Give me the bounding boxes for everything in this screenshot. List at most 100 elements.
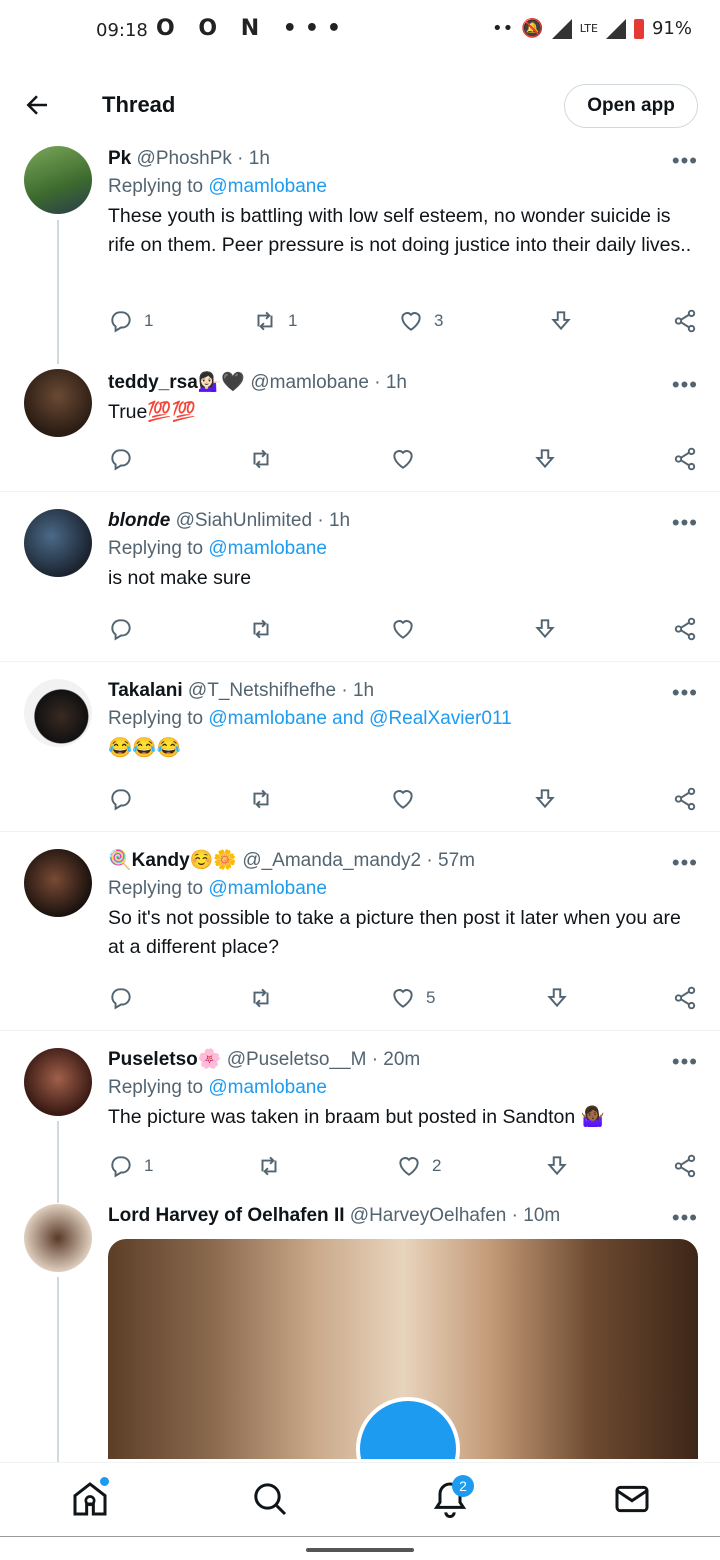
heart-icon: [401, 312, 421, 331]
tweet[interactable]: blonde @SiahUnlimited · 1h Replying to @…: [0, 492, 720, 662]
network-type: LTE: [579, 22, 598, 35]
messages-envelope-icon[interactable]: [612, 1479, 652, 1519]
more-options-icon[interactable]: •••: [672, 1049, 698, 1075]
mention-link[interactable]: @mamlobane: [208, 1077, 327, 1098]
reply-button[interactable]: [108, 446, 134, 472]
signal-icon: [551, 18, 572, 39]
more-options-icon[interactable]: •••: [672, 850, 698, 876]
reply-icon: [111, 619, 131, 641]
avatar[interactable]: [24, 369, 92, 437]
tweet[interactable]: Puseletso🌸 @Puseletso__M · 20m Replying …: [0, 1031, 720, 1203]
share-icon: [674, 1154, 696, 1178]
display-name[interactable]: Takalani: [108, 680, 183, 701]
more-options-icon[interactable]: •••: [672, 372, 698, 398]
download-button[interactable]: [532, 446, 558, 472]
display-name[interactable]: blonde: [108, 510, 170, 531]
retweet-button[interactable]: [248, 985, 274, 1011]
like-button[interactable]: 5: [390, 985, 435, 1011]
avatar[interactable]: [24, 849, 92, 917]
thread-feed[interactable]: Pk @PhoshPk · 1h Replying to @mamlobane …: [0, 142, 720, 1462]
mention-link[interactable]: @mamlobane: [208, 538, 327, 559]
download-button[interactable]: [544, 985, 570, 1011]
reply-button[interactable]: [108, 786, 134, 812]
tweet-actions: [108, 616, 698, 646]
download-button[interactable]: [544, 1153, 570, 1179]
reply-icon: [111, 311, 131, 333]
reply-button[interactable]: 1: [108, 1153, 153, 1179]
search-icon[interactable]: [250, 1479, 290, 1519]
gesture-bar[interactable]: [306, 1548, 414, 1552]
more-options-icon[interactable]: •••: [672, 148, 698, 174]
retweet-icon: [253, 449, 269, 469]
avatar[interactable]: [24, 679, 92, 747]
back-arrow-icon[interactable]: [22, 90, 52, 120]
like-button[interactable]: [390, 446, 416, 472]
download-icon: [551, 311, 571, 331]
heart-icon: [399, 1157, 419, 1176]
share-icon: [674, 787, 696, 811]
retweet-button[interactable]: [248, 616, 274, 642]
like-button[interactable]: [390, 616, 416, 642]
retweet-button[interactable]: [248, 446, 274, 472]
thread-line: [57, 1121, 59, 1203]
share-button[interactable]: [672, 1153, 698, 1179]
display-name[interactable]: Lord Harvey of Oelhafen II: [108, 1205, 345, 1226]
download-button[interactable]: [532, 786, 558, 812]
download-button[interactable]: [532, 616, 558, 642]
display-name[interactable]: teddy_rsa💁🏻‍♀️🖤: [108, 372, 245, 393]
status-notification-icons: O O N •••: [156, 16, 349, 41]
retweet-button[interactable]: [248, 786, 274, 812]
share-button[interactable]: [672, 616, 698, 642]
avatar[interactable]: [24, 1048, 92, 1116]
play-icon[interactable]: [356, 1397, 460, 1459]
timestamp: · 1h: [374, 372, 407, 393]
more-options-icon[interactable]: •••: [672, 1205, 698, 1231]
display-name[interactable]: Pk: [108, 148, 131, 169]
replying-to: Replying to @mamlobane: [108, 534, 698, 564]
like-button[interactable]: [390, 786, 416, 812]
timestamp: · 57m: [426, 850, 475, 871]
more-options-icon[interactable]: •••: [672, 510, 698, 536]
battery-icon: [633, 18, 644, 39]
open-app-button[interactable]: Open app: [564, 84, 698, 128]
tweet[interactable]: teddy_rsa💁🏻‍♀️🖤 @mamlobane · 1h True💯💯 •…: [0, 364, 720, 492]
bottom-navigation: 2: [0, 1462, 720, 1537]
display-name[interactable]: 🍭Kandy☺️🌼: [108, 850, 237, 871]
display-name[interactable]: Puseletso🌸: [108, 1049, 221, 1070]
share-icon: [674, 309, 696, 333]
reply-count: 1: [144, 1156, 154, 1175]
reply-button[interactable]: [108, 985, 134, 1011]
download-button[interactable]: [548, 308, 574, 334]
thread-line: [57, 220, 59, 364]
mention-link[interactable]: @mamlobane and @RealXavier011: [208, 708, 511, 729]
share-button[interactable]: [672, 786, 698, 812]
tweet[interactable]: Takalani @T_Netshifhefhe · 1h Replying t…: [0, 662, 720, 832]
tweet-media-video[interactable]: [108, 1239, 698, 1459]
handle: @HarveyOelhafen: [349, 1205, 507, 1226]
tweet[interactable]: Pk @PhoshPk · 1h Replying to @mamlobane …: [0, 142, 720, 364]
avatar[interactable]: [24, 1204, 92, 1272]
share-button[interactable]: [672, 446, 698, 472]
reply-button[interactable]: 1: [108, 308, 153, 334]
download-icon: [547, 988, 567, 1008]
share-button[interactable]: [672, 985, 698, 1011]
mention-link[interactable]: @mamlobane: [208, 176, 327, 197]
reply-icon: [111, 789, 131, 811]
tweet-text: is not make sure: [108, 567, 252, 589]
tweet-text: 😂😂😂: [108, 737, 181, 759]
reply-button[interactable]: [108, 616, 134, 642]
share-button[interactable]: [672, 308, 698, 334]
avatar[interactable]: [24, 509, 92, 577]
status-time: 09:18: [96, 20, 148, 41]
mention-link[interactable]: @mamlobane: [208, 878, 327, 899]
tweet-header: blonde @SiahUnlimited · 1h: [108, 508, 698, 534]
like-button[interactable]: 2: [396, 1153, 441, 1179]
like-button[interactable]: 3: [398, 308, 443, 334]
retweet-button[interactable]: 1: [252, 308, 297, 334]
tweet[interactable]: 🍭Kandy☺️🌼 @_Amanda_mandy2 · 57m Replying…: [0, 832, 720, 1031]
retweet-button[interactable]: [256, 1153, 282, 1179]
more-options-icon[interactable]: •••: [672, 680, 698, 706]
tweet[interactable]: Lord Harvey of Oelhafen II @HarveyOelhaf…: [0, 1203, 720, 1462]
avatar[interactable]: [24, 146, 92, 214]
replying-to: Replying to @mamlobane and @RealXavier01…: [108, 704, 698, 734]
